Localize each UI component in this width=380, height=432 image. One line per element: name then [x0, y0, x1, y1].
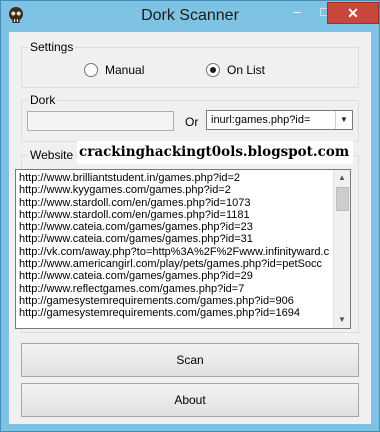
settings-legend: Settings [30, 40, 74, 54]
scroll-up-icon[interactable]: ▲ [334, 170, 350, 186]
list-item[interactable]: http://www.stardoll.com/en/games.php?id=… [19, 197, 333, 209]
title-bar[interactable]: Dork Scanner – □ ✕ [1, 1, 379, 31]
radio-on-list-label: On List [227, 63, 266, 77]
radio-on-list[interactable]: On List [206, 63, 265, 77]
list-item[interactable]: http://gamesystemrequirements.com/games.… [19, 295, 333, 307]
list-item[interactable]: http://www.brilliantstudent.in/games.php… [19, 172, 333, 184]
dork-legend: Dork [30, 93, 56, 107]
vertical-scrollbar[interactable]: ▲ ▼ [333, 170, 350, 328]
radio-manual-dot[interactable] [84, 63, 98, 77]
minimize-button[interactable]: – [284, 2, 310, 22]
or-label: Or [185, 115, 199, 129]
dork-combo-value: inurl:games.php?id= [211, 114, 311, 126]
close-button[interactable]: ✕ [327, 2, 379, 24]
website-list[interactable]: http://www.brilliantstudent.in/games.php… [15, 169, 351, 329]
dork-input[interactable] [27, 111, 174, 131]
settings-group: Settings [21, 40, 359, 88]
dork-combo[interactable]: inurl:games.php?id= ▼ [206, 110, 353, 130]
list-item[interactable]: http://www.stardoll.com/en/games.php?id=… [19, 209, 333, 221]
list-item[interactable]: http://www.americangirl.com/play/pets/ga… [19, 258, 333, 270]
list-item[interactable]: http://www.cateia.com/games/games.php?id… [19, 221, 333, 233]
radio-manual[interactable]: Manual [84, 63, 144, 77]
scan-button[interactable]: Scan [21, 343, 359, 377]
radio-manual-label: Manual [105, 63, 145, 77]
blog-watermark: crackinghackingt0ols.blogspot.com [77, 141, 353, 164]
website-list-items: http://www.brilliantstudent.in/games.php… [19, 172, 333, 320]
list-item[interactable]: http://vk.com/away.php?to=http%3A%2F%2Fw… [19, 246, 333, 258]
list-item[interactable]: http://gamesystemrequirements.com/games.… [19, 307, 333, 319]
app-window: Dork Scanner – □ ✕ Settings Manual On Li… [0, 0, 380, 432]
list-item[interactable]: http://www.cateia.com/games/games.php?id… [19, 233, 333, 245]
radio-on-list-dot[interactable] [206, 63, 220, 77]
list-item[interactable]: http://www.cateia.com/games/games.php?id… [19, 270, 333, 282]
about-button[interactable]: About [21, 383, 359, 417]
list-item[interactable]: http://www.reflectgames.com/games.php?id… [19, 283, 333, 295]
chevron-down-icon[interactable]: ▼ [335, 111, 352, 129]
website-legend: Website [30, 148, 74, 162]
scroll-thumb[interactable] [336, 187, 349, 211]
list-item[interactable]: http://www.kyygames.com/games.php?id=2 [19, 184, 333, 196]
scroll-down-icon[interactable]: ▼ [334, 312, 350, 328]
